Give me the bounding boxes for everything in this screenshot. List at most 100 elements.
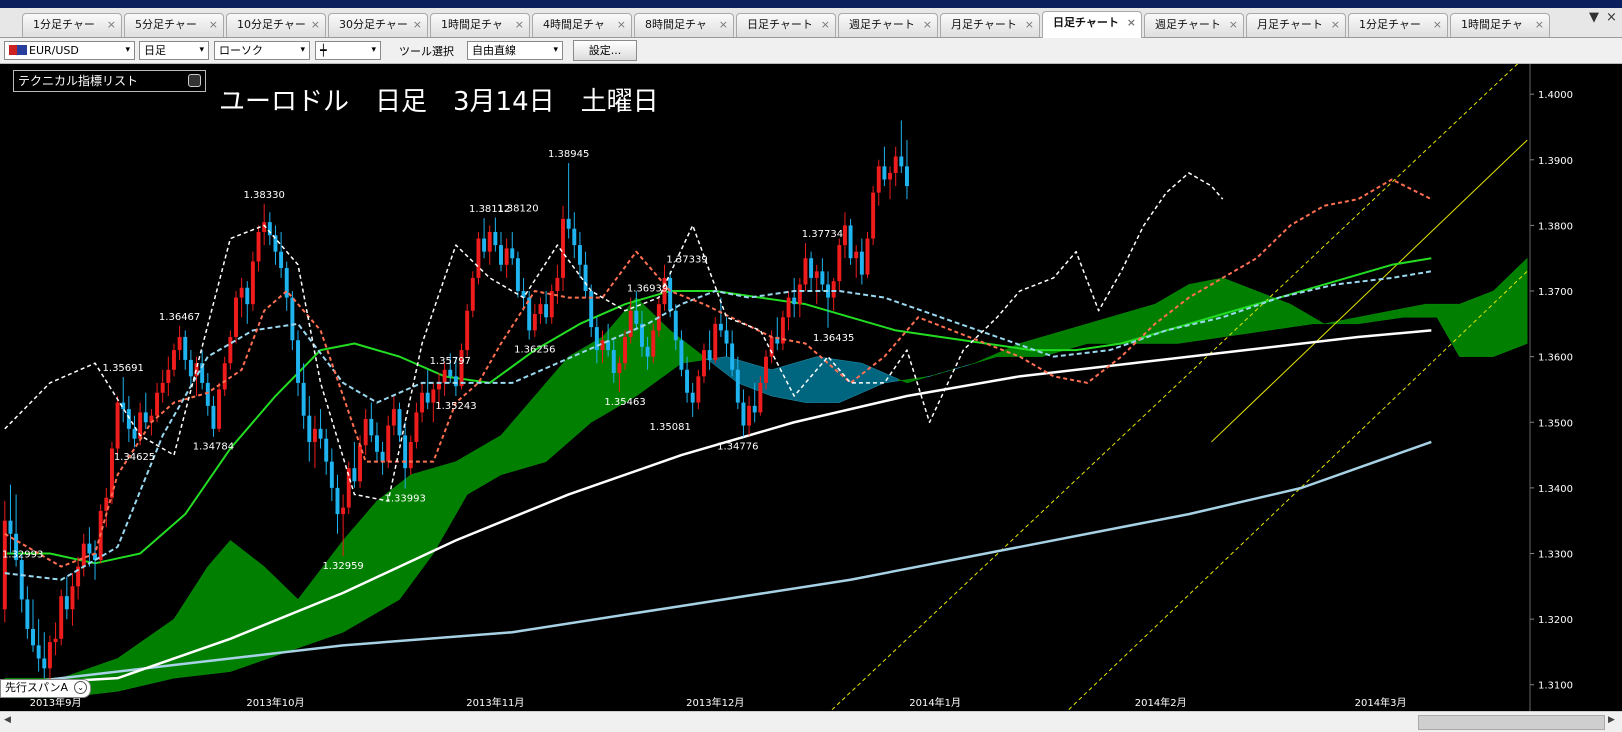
price-annotation: 1.35463 — [604, 397, 645, 408]
tab-close-icon[interactable]: × — [209, 14, 218, 36]
candle-body — [538, 304, 543, 314]
x-axis-label: 2014年3月 — [1355, 696, 1407, 709]
tab-close-icon[interactable]: × — [107, 14, 116, 36]
candle-body — [369, 418, 374, 436]
chart-tab[interactable]: 10分足チャー × — [226, 13, 326, 37]
candle — [465, 304, 470, 357]
tab-close-icon[interactable]: × — [719, 14, 728, 36]
tab-label: 1分足チャー — [1359, 18, 1421, 31]
candle-body — [19, 560, 24, 600]
candle — [865, 231, 870, 278]
scroll-right-icon[interactable]: ▶ — [1608, 715, 1615, 725]
candle-body — [735, 369, 740, 403]
candle-body — [544, 304, 549, 318]
candle-body — [888, 172, 893, 180]
price-annotation: 1.34776 — [717, 442, 758, 453]
indicator-list-label: テクニカル指標リスト — [18, 74, 139, 88]
chevron-down-icon[interactable]: ⌄ — [74, 681, 88, 694]
candle-body — [487, 231, 492, 252]
candle — [871, 186, 876, 246]
chart-tab[interactable]: 8時間足チャ × — [634, 13, 734, 37]
chevron-down-icon: ▾ — [371, 45, 376, 55]
candle-body — [70, 586, 75, 610]
chart-tab[interactable]: 月足チャート × — [1246, 13, 1346, 37]
candle-body — [171, 350, 176, 370]
tab-close-icon[interactable]: × — [1025, 14, 1034, 36]
technical-indicator-list[interactable]: テクニカル指標リスト — [13, 70, 206, 92]
window-close-icon[interactable]: × — [1606, 10, 1617, 25]
x-axis-label: 2014年1月 — [909, 696, 961, 709]
candle-body — [786, 297, 791, 318]
candle-body — [420, 392, 425, 413]
span-a-badge[interactable]: 先行スパンA ⌄ — [0, 679, 92, 698]
candle — [713, 317, 718, 364]
candle-body — [566, 218, 571, 229]
chevron-down-icon: ▾ — [199, 45, 204, 55]
chart-tab[interactable]: 日足チャート × — [736, 13, 836, 37]
line-style-select[interactable]: ┿ ▾ — [315, 41, 381, 60]
candle-body — [234, 297, 238, 337]
candle-body — [690, 392, 695, 403]
candle-body — [425, 392, 430, 403]
candle-body — [809, 258, 814, 278]
chart-tab[interactable]: 4時間足チャ × — [532, 13, 632, 37]
tab-close-icon[interactable]: × — [413, 14, 422, 36]
chart-tab-bar: 1分足チャー × 5分足チャー × 10分足チャー × 30分足チャー × 1時間足チャ × 4時間… — [0, 8, 1622, 38]
tab-close-icon[interactable]: × — [515, 14, 524, 36]
chart-tab[interactable]: 5分足チャー × — [124, 13, 224, 37]
tab-label: 日足チャート — [1053, 16, 1119, 29]
candle-body — [673, 310, 678, 341]
tab-close-icon[interactable]: × — [1331, 14, 1340, 36]
y-axis-label: 1.3800 — [1538, 221, 1573, 232]
horizontal-scrollbar[interactable]: ◀ ▶ — [0, 711, 1622, 732]
chart-tab[interactable]: 1分足チャー × — [1348, 13, 1448, 37]
candle-body — [245, 287, 250, 305]
chart-tab[interactable]: 月足チャート × — [940, 13, 1040, 37]
chart-tab[interactable]: 週足チャート × — [1144, 13, 1244, 37]
tab-close-icon[interactable]: × — [1535, 14, 1544, 36]
price-annotation: 1.35691 — [103, 363, 144, 374]
candle-body — [279, 251, 284, 269]
candle-body — [81, 543, 86, 567]
tab-close-icon[interactable]: × — [311, 14, 320, 36]
tab-close-icon[interactable]: × — [1433, 14, 1442, 36]
chart-tab[interactable]: 1時間足チャ × — [1450, 13, 1550, 37]
chart-tab[interactable]: 1時間足チャ × — [430, 13, 530, 37]
x-axis-label: 2013年11月 — [466, 696, 524, 709]
scrollbar-thumb[interactable] — [1418, 715, 1605, 730]
chart-area[interactable]: ユーロドル 日足 3月14日 土曜日1.310531.356911.346251… — [0, 54, 1622, 725]
scroll-left-icon[interactable]: ◀ — [4, 715, 11, 725]
price-annotation: 1.36256 — [514, 345, 555, 356]
settings-button[interactable]: 設定... — [573, 40, 637, 61]
candle-body — [792, 297, 797, 305]
y-axis-label: 1.4000 — [1538, 90, 1573, 101]
tab-close-icon[interactable]: × — [821, 14, 830, 36]
candle-body — [679, 340, 684, 370]
x-axis-label: 2014年2月 — [1135, 696, 1187, 709]
timeframe-select[interactable]: 日足 ▾ — [139, 41, 209, 60]
price-annotation: 1.37339 — [666, 255, 707, 266]
chevron-down-icon: ▾ — [553, 45, 558, 55]
candle-body — [842, 225, 847, 246]
tab-menu-icon[interactable]: ▼ — [1589, 10, 1599, 25]
candle-body — [645, 346, 650, 357]
restore-icon[interactable] — [188, 74, 201, 87]
candle-body — [183, 336, 188, 360]
candle-body — [341, 507, 346, 515]
candle-body — [594, 327, 599, 351]
tab-close-icon[interactable]: × — [923, 14, 932, 36]
chart-tab[interactable]: 1分足チャー × — [22, 13, 122, 37]
candle-body — [166, 369, 171, 383]
candle-body — [414, 412, 419, 442]
tab-close-icon[interactable]: × — [1127, 12, 1136, 34]
chart-tab[interactable]: 30分足チャー × — [328, 13, 428, 37]
drawing-tool-select[interactable]: 自由直線 ▾ — [467, 41, 563, 60]
price-annotation: 1.35081 — [649, 422, 690, 433]
tab-close-icon[interactable]: × — [1229, 14, 1238, 36]
tab-close-icon[interactable]: × — [617, 14, 626, 36]
chart-tab[interactable]: 日足チャート × — [1042, 11, 1142, 38]
chart-tab[interactable]: 週足チャート × — [838, 13, 938, 37]
symbol-select[interactable]: EUR/USD ▾ — [4, 41, 135, 60]
chart-type-select[interactable]: ローソク ▾ — [214, 41, 310, 60]
price-chart[interactable]: ユーロドル 日足 3月14日 土曜日1.310531.356911.346251… — [0, 54, 1622, 725]
